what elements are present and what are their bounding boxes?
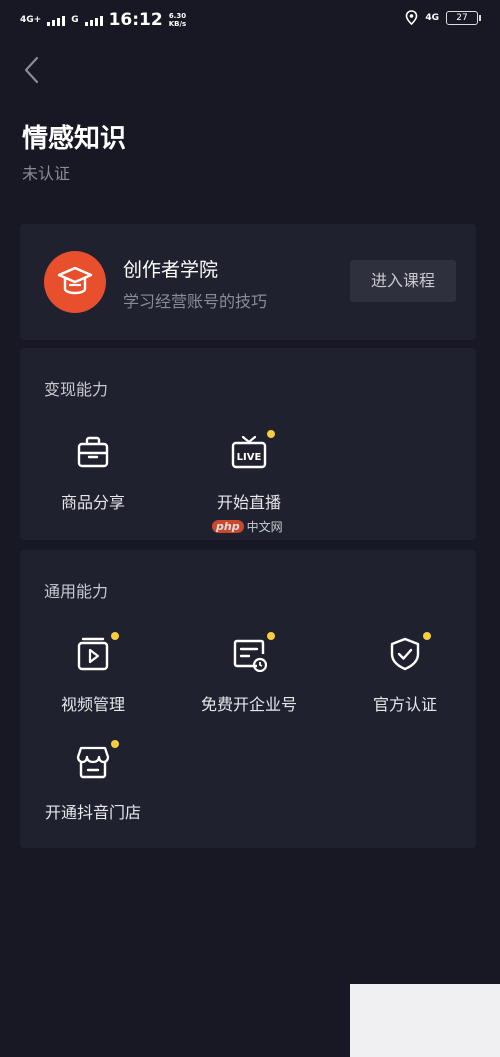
watermark: php 中文网 [212, 518, 283, 535]
network-type-3: 4G [425, 12, 439, 23]
section-title-monetization: 变现能力 [44, 380, 109, 399]
network-type-2: G [71, 15, 79, 25]
shopping-bag-icon [75, 434, 111, 470]
academy-description: 学习经营账号的技巧 [123, 292, 268, 311]
new-indicator-dot [423, 632, 431, 640]
signal-icon-2 [84, 14, 103, 26]
start-live-label: 开始直播 [216, 493, 281, 512]
academy-title: 创作者学院 [123, 259, 219, 281]
start-live-item[interactable]: LIVE 开始直播 [176, 430, 322, 513]
new-indicator-dot [111, 740, 119, 748]
new-indicator-dot [267, 430, 275, 438]
watermark-badge: php [212, 520, 244, 533]
signal-icon-1 [47, 14, 66, 26]
new-indicator-dot [111, 632, 119, 640]
live-tv-icon: LIVE [231, 430, 275, 470]
new-indicator-dot [267, 632, 275, 640]
open-douyin-store-label: 开通抖音门店 [44, 803, 141, 822]
back-button[interactable] [22, 56, 42, 84]
network-speed: 6.30 KB/s [169, 12, 186, 28]
product-share-label: 商品分享 [60, 493, 125, 512]
status-bar-left: 4G+ G 16:12 6.30 KB/s [20, 10, 186, 30]
shield-check-icon [387, 632, 431, 672]
enterprise-card-icon [231, 632, 275, 673]
official-verification-item[interactable]: 官方认证 [332, 632, 478, 715]
network-speed-unit: KB/s [168, 20, 187, 28]
creator-academy-card[interactable]: 创作者学院 学习经营账号的技巧 进入课程 [20, 224, 476, 340]
official-verification-label: 官方认证 [372, 695, 437, 714]
status-bar: 4G+ G 16:12 6.30 KB/s 4G 27 [0, 0, 500, 38]
video-folder-icon [75, 632, 119, 672]
video-management-label: 视频管理 [60, 695, 125, 714]
chevron-left-icon [24, 56, 39, 84]
graduation-cap-icon [57, 266, 93, 295]
enterprise-account-label: 免费开企业号 [200, 695, 297, 714]
monetization-section: 变现能力 商品分享 LIVE 开始直播 [20, 348, 476, 540]
open-douyin-store-item[interactable]: 开通抖音门店 [20, 740, 166, 823]
general-capabilities-section: 通用能力 视频管理 免费开企业号 官方认证 开通抖音门店 [20, 550, 476, 848]
page-title: 情感知识 [22, 124, 127, 154]
academy-avatar [44, 251, 106, 313]
enter-course-button[interactable]: 进入课程 [350, 260, 456, 302]
status-bar-right: 4G 27 [405, 10, 481, 25]
battery-icon: 27 [446, 10, 481, 25]
location-icon [406, 10, 418, 25]
watermark-text: 中文网 [246, 520, 283, 534]
svg-text:LIVE: LIVE [237, 452, 262, 463]
pixelated-corner-overlay [350, 984, 500, 1057]
network-speed-value: 6.30 [168, 12, 187, 20]
clock: 16:12 [108, 10, 163, 30]
section-title-general: 通用能力 [44, 582, 109, 601]
enterprise-account-item[interactable]: 免费开企业号 [176, 632, 322, 715]
product-share-item[interactable]: 商品分享 [20, 434, 166, 513]
video-management-item[interactable]: 视频管理 [20, 632, 166, 715]
storefront-icon [75, 740, 119, 780]
network-type-1: 4G+ [20, 15, 42, 25]
verification-status: 未认证 [22, 164, 71, 183]
